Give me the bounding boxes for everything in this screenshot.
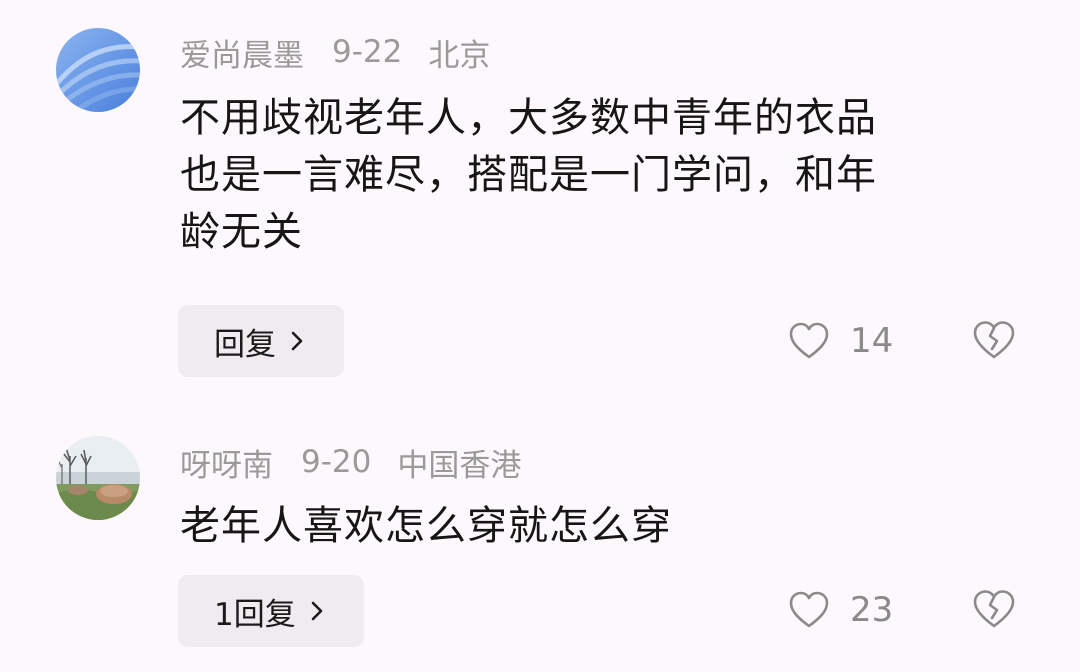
reply-button[interactable]: 1回复 — [178, 575, 364, 647]
comment-text-line: 不用歧视老年人，大多数中青年的衣品 — [180, 95, 877, 141]
reply-button[interactable]: 回复 — [178, 305, 344, 377]
heart-outline-icon — [789, 591, 829, 628]
chevron-right-icon — [311, 601, 323, 621]
comment-text: 不用歧视老年人，大多数中青年的衣品 也是一言难尽，搭配是一门学问，和年 龄无关 — [180, 90, 1010, 261]
comment-date: 9-22 — [332, 34, 403, 70]
broken-heart-icon[interactable] — [972, 588, 1016, 630]
comment-item: 呀呀南 9-20 中国香港 老年人喜欢怎么穿就怎么穿 1回复 23 — [0, 420, 1080, 672]
heart-outline-icon — [789, 322, 829, 359]
comment-meta: 爱尚晨墨 9-22 北京 — [180, 30, 490, 74]
like-count: 14 — [850, 321, 894, 361]
avatar[interactable] — [56, 28, 140, 112]
like-count: 23 — [850, 590, 894, 630]
like-button[interactable]: 23 — [788, 588, 893, 632]
chevron-right-icon — [291, 331, 303, 351]
comment-item: 爱尚晨墨 9-22 北京 不用歧视老年人，大多数中青年的衣品 也是一言难尽，搭配… — [0, 0, 1080, 400]
comment-date: 9-20 — [301, 444, 372, 480]
comment-location: 中国香港 — [397, 447, 522, 484]
username[interactable]: 爱尚晨墨 — [180, 30, 304, 75]
comment-location: 北京 — [428, 37, 491, 74]
username[interactable]: 呀呀南 — [180, 440, 273, 485]
comment-text-line: 也是一言难尽，搭配是一门学问，和年 — [180, 152, 877, 198]
comment-meta: 呀呀南 9-20 中国香港 — [180, 440, 521, 484]
comment-text-line: 老年人喜欢怎么穿就怎么穿 — [180, 503, 672, 549]
reply-button-label: 1回复 — [214, 596, 296, 633]
avatar[interactable] — [56, 436, 140, 520]
reply-button-label: 回复 — [214, 326, 276, 363]
blue-wave-avatar-icon — [56, 28, 140, 112]
comment-text-line: 龄无关 — [180, 209, 303, 255]
broken-heart-icon[interactable] — [972, 319, 1016, 361]
lakeside-photo-avatar-icon — [56, 436, 140, 520]
comment-text: 老年人喜欢怎么穿就怎么穿 — [180, 498, 1010, 555]
like-button[interactable]: 14 — [788, 319, 893, 363]
